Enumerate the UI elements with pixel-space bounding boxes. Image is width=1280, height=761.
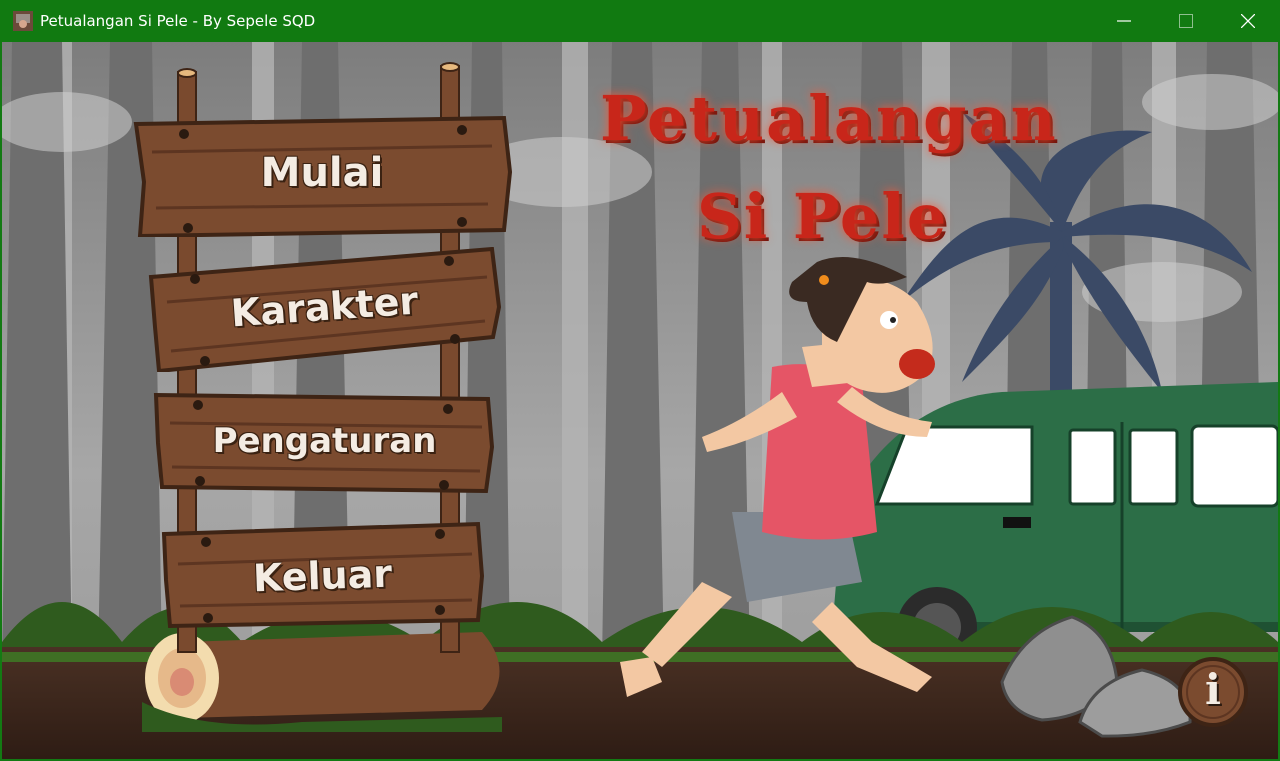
game-title-line2: Si Pele: [697, 180, 949, 253]
maximize-button[interactable]: [1155, 0, 1217, 42]
close-icon: [1241, 14, 1255, 28]
menu-button-keluar[interactable]: Keluar: [160, 520, 485, 630]
app-icon: [13, 11, 33, 31]
menu-label-mulai: Mulai: [260, 150, 384, 196]
menu-button-pengaturan[interactable]: Pengaturan: [152, 387, 497, 497]
game-window: Petualangan Si Pele - By Sepele SQD Mula…: [0, 0, 1280, 761]
minimize-icon: [1117, 20, 1131, 22]
title-bar[interactable]: Petualangan Si Pele - By Sepele SQD: [0, 0, 1280, 42]
close-button[interactable]: [1217, 0, 1279, 42]
info-label: i: [1205, 665, 1221, 714]
game-title-line1: Petualangan: [600, 82, 1058, 155]
game-scene: Mulai Karakter Pengaturan Keluar Petuala…: [2, 42, 1278, 759]
menu-button-mulai[interactable]: Mulai: [132, 112, 512, 237]
window-title: Petualangan Si Pele - By Sepele SQD: [40, 12, 316, 30]
menu-button-karakter[interactable]: Karakter: [147, 247, 502, 372]
info-button[interactable]: i: [1178, 657, 1248, 727]
minimize-button[interactable]: [1093, 0, 1155, 42]
menu-label-pengaturan: Pengaturan: [212, 421, 437, 461]
maximize-icon: [1179, 14, 1193, 28]
